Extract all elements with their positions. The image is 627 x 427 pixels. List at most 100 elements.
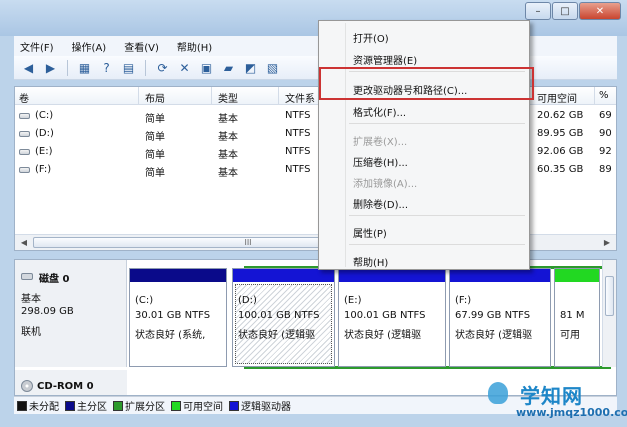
back-arrow-icon[interactable]: ◀ [20, 59, 37, 76]
partition-size: 100.01 GB NTFS [238, 310, 320, 321]
window-controls: – □ ✕ [525, 2, 621, 20]
menu-item-explorer[interactable]: 资源管理器(E) [353, 52, 417, 67]
scroll-left-icon[interactable]: ◀ [17, 237, 31, 248]
partition-status: 状态良好 (系统, [135, 330, 206, 341]
partition-f[interactable]: (F:) 67.99 GB NTFS 状态良好 (逻辑驱 [449, 268, 551, 367]
legend-item: 逻辑驱动器 [229, 398, 291, 413]
scrollbar-thumb[interactable] [605, 276, 614, 316]
menu-item-extend-volume: 扩展卷(X)... [353, 137, 408, 148]
column-header-volume[interactable]: 卷 [19, 90, 29, 105]
drive-icon [19, 167, 30, 173]
menu-item-help[interactable]: 帮助(H) [353, 254, 388, 269]
help-icon[interactable]: ? [98, 59, 115, 76]
partition-status: 状态良好 (逻辑驱 [344, 330, 422, 341]
partition-size: 67.99 GB NTFS [455, 310, 531, 321]
menu-separator [349, 215, 525, 216]
legend-swatch [113, 400, 123, 411]
volume-name: (F:) [35, 164, 52, 175]
watermark-url: www.jmqz1000.com [516, 406, 627, 419]
drive-icon [19, 149, 30, 155]
partition-label: (F:) [455, 295, 472, 306]
cdrom-0-label[interactable]: CD-ROM 0 [15, 370, 127, 395]
disk-icon [21, 273, 33, 280]
menu-item-format[interactable]: 格式化(F)... [353, 104, 406, 119]
partition-bar [555, 269, 599, 282]
partition-status: 状态良好 (逻辑驱 [455, 330, 533, 341]
drive-icon [19, 131, 30, 137]
partition-label: (C:) [135, 295, 154, 306]
disk-name: 磁盘 0 [39, 274, 70, 285]
menu-view[interactable]: 查看(V) [124, 39, 159, 54]
column-header-type[interactable]: 类型 [218, 90, 238, 105]
column-header-percent[interactable]: % [599, 90, 609, 101]
open-folder-icon[interactable]: ▰ [220, 59, 237, 76]
highlight-annotation-box [319, 67, 534, 100]
menu-help[interactable]: 帮助(H) [177, 39, 212, 54]
partition-free-space[interactable]: 81 M 可用 [554, 268, 600, 367]
close-button[interactable]: ✕ [579, 2, 621, 20]
volume-name: (C:) [35, 110, 54, 121]
legend-swatch [65, 400, 75, 411]
new-icon[interactable]: ▣ [198, 59, 215, 76]
partition-c[interactable]: (C:) 30.01 GB NTFS 状态良好 (系统, [129, 268, 227, 367]
column-header-filesystem[interactable]: 文件系 [285, 90, 315, 105]
check-icon[interactable]: ◩ [242, 59, 259, 76]
scroll-right-icon[interactable]: ▶ [600, 237, 614, 248]
partition-bar [450, 269, 550, 282]
minimize-button[interactable]: – [525, 2, 551, 20]
menu-file[interactable]: 文件(F) [20, 39, 54, 54]
column-divider[interactable] [211, 87, 212, 105]
properties-icon[interactable]: ▤ [120, 59, 137, 76]
volume-free-space: 60.35 GB [537, 164, 584, 175]
legend-label: 未分配 [29, 402, 59, 413]
volume-filesystem: NTFS [285, 128, 311, 139]
disk-0-label[interactable]: 磁盘 0 基本 298.09 GB 联机 [15, 260, 127, 367]
volume-free-space: 92.06 GB [537, 146, 584, 157]
volume-type: 基本 [218, 114, 238, 125]
watermark-title: 学知网 [520, 384, 583, 408]
volume-percent: 90 [599, 128, 612, 139]
delete-icon[interactable]: ✕ [176, 59, 193, 76]
menu-action[interactable]: 操作(A) [72, 39, 107, 54]
volume-filesystem: NTFS [285, 146, 311, 157]
partition-status: 状态良好 (逻辑驱 [238, 330, 316, 341]
column-divider[interactable] [594, 87, 595, 105]
partition-d[interactable]: (D:) 100.01 GB NTFS 状态良好 (逻辑驱 [232, 268, 335, 367]
volume-layout: 简单 [145, 150, 165, 161]
cdrom-name: CD-ROM 0 [37, 381, 94, 392]
column-header-free-space[interactable]: 可用空间 [537, 90, 577, 105]
partition-bar [130, 269, 226, 282]
menu-item-shrink-volume[interactable]: 压缩卷(H)... [353, 154, 408, 169]
menu-gutter [345, 23, 346, 267]
menu-separator [349, 123, 525, 124]
legend-item: 主分区 [65, 398, 107, 413]
forward-arrow-icon[interactable]: ▶ [42, 59, 59, 76]
menu-item-delete-volume[interactable]: 删除卷(D)... [353, 196, 408, 211]
legend-item: 可用空间 [171, 398, 223, 413]
partition-size: 100.01 GB NTFS [344, 310, 426, 321]
console-tree-icon[interactable]: ▦ [76, 59, 93, 76]
column-header-layout[interactable]: 布局 [145, 90, 165, 105]
column-divider[interactable] [138, 87, 139, 105]
partition-size: 30.01 GB NTFS [135, 310, 211, 321]
maximize-button[interactable]: □ [552, 2, 578, 20]
toolbar-separator [145, 59, 146, 76]
menu-item-open[interactable]: 打开(O) [353, 30, 389, 45]
column-divider[interactable] [278, 87, 279, 105]
volume-type: 基本 [218, 132, 238, 143]
legend-item: 扩展分区 [113, 398, 165, 413]
vertical-scrollbar[interactable] [602, 260, 616, 367]
partition-bar [339, 269, 445, 282]
menu-item-properties[interactable]: 属性(P) [353, 225, 387, 240]
volume-free-space: 20.62 GB [537, 110, 584, 121]
menu-separator [349, 244, 525, 245]
disk-type: 基本 [21, 294, 41, 305]
volume-percent: 89 [599, 164, 612, 175]
refresh-icon[interactable]: ⟳ [154, 59, 171, 76]
disk-graphical-view: 磁盘 0 基本 298.09 GB 联机 (C:) 30.01 GB NTFS … [14, 259, 617, 396]
rescan-icon[interactable]: ▧ [264, 59, 281, 76]
volume-name: (E:) [35, 146, 53, 157]
watermark-logo-icon [488, 382, 508, 404]
legend-swatch [229, 400, 239, 411]
partition-e[interactable]: (E:) 100.01 GB NTFS 状态良好 (逻辑驱 [338, 268, 446, 367]
